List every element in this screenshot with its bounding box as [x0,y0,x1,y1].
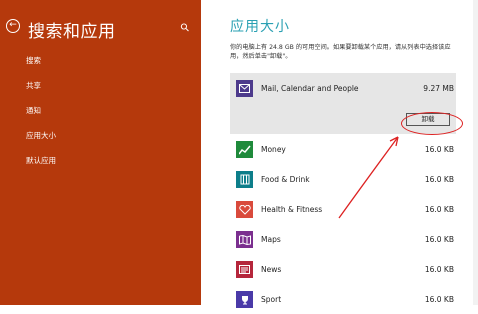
app-row-food-drink[interactable]: Food & Drink 16.0 KB [230,164,456,194]
search-icon[interactable]: ⚲ [178,20,193,35]
maps-icon [236,231,253,248]
app-size: 16.0 KB [424,145,454,154]
sidebar: ← 搜索和应用 ⚲ 搜索 共享 通知 应用大小 默认应用 [0,0,201,305]
app-size: 16.0 KB [424,205,454,214]
page-title: 应用大小 [230,19,290,35]
sidebar-item-notifications[interactable]: 通知 [26,107,56,115]
app-name: Money [261,145,286,154]
app-row-news[interactable]: News 16.0 KB [230,254,456,284]
app-row-money[interactable]: Money 16.0 KB [230,134,456,164]
app-size: 16.0 KB [424,265,454,274]
health-heart-icon [236,201,253,218]
sidebar-title: 搜索和应用 [28,22,116,42]
money-chart-icon [236,141,253,158]
news-icon [236,261,253,278]
app-name: News [261,265,282,274]
main-panel: 应用大小 你的电脑上有 24.8 GB 的可用空间。如果要卸载某个应用，请从列表… [230,0,478,308]
app-row-sport[interactable]: Sport 16.0 KB [230,284,456,314]
sidebar-item-share[interactable]: 共享 [26,82,56,90]
app-name: Food & Drink [261,175,310,184]
scrollbar[interactable] [473,0,478,305]
page-description: 你的电脑上有 24.8 GB 的可用空间。如果要卸载某个应用，请从列表中选择该应… [230,44,451,60]
back-arrow-icon[interactable]: ← [6,19,20,33]
mail-calendar-people-icon [236,80,253,97]
app-name: Mail, Calendar and People [261,84,359,93]
app-size: 16.0 KB [424,295,454,304]
food-drink-icon [236,171,253,188]
sport-trophy-icon [236,291,253,308]
app-size: 16.0 KB [424,235,454,244]
app-list: Mail, Calendar and People 9.27 MB 卸载 Mon… [230,73,456,314]
app-row-health-fitness[interactable]: Health & Fitness 16.0 KB [230,194,456,224]
annotation-circle [401,112,463,135]
sidebar-item-app-sizes[interactable]: 应用大小 [26,132,56,140]
sidebar-nav: 搜索 共享 通知 应用大小 默认应用 [26,57,56,182]
sidebar-item-default-apps[interactable]: 默认应用 [26,157,56,165]
sidebar-item-search[interactable]: 搜索 [26,57,56,65]
app-size: 9.27 MB [423,84,454,93]
app-name: Sport [261,295,282,304]
app-row-maps[interactable]: Maps 16.0 KB [230,224,456,254]
app-name: Maps [261,235,281,244]
sidebar-header: ← 搜索和应用 ⚲ [6,18,196,42]
app-size: 16.0 KB [424,175,454,184]
app-name: Health & Fitness [261,205,323,214]
